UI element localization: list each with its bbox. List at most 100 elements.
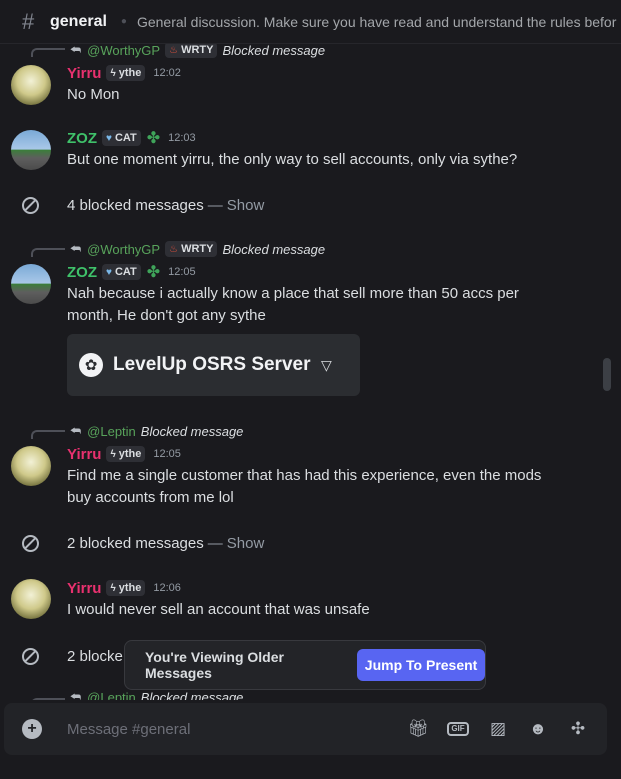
- message-input[interactable]: [67, 718, 387, 740]
- reply-connector: [31, 698, 65, 700]
- channel-name[interactable]: general: [50, 13, 107, 31]
- guild-tag[interactable]: ♥ CAT: [102, 130, 141, 146]
- emoji-icon[interactable]: ☻: [527, 718, 549, 740]
- blocked-messages-row: 2 blocked messages — Show: [22, 533, 264, 553]
- blocked-icon: [22, 647, 39, 665]
- reply-arrow-icon: ⮪: [70, 689, 82, 701]
- avatar[interactable]: [11, 446, 51, 486]
- guild-tag[interactable]: ϟ ythe: [106, 580, 146, 596]
- blocked-count: 2 blocke: [67, 647, 123, 665]
- channel-topic[interactable]: General discussion. Make sure you have r…: [137, 14, 617, 30]
- author-name[interactable]: ZOZ: [67, 264, 97, 281]
- avatar[interactable]: [11, 130, 51, 170]
- message-content: But one moment yirru, the only way to se…: [67, 151, 518, 168]
- reply-connector: [31, 248, 65, 257]
- server-invite-embed[interactable]: ✿ LevelUp OSRS Server ▽: [67, 334, 360, 396]
- viewing-older-label: You're Viewing Older Messages: [145, 649, 284, 681]
- blocked-message-label: Blocked message: [140, 423, 244, 439]
- guild-tag[interactable]: ϟ ythe: [106, 446, 146, 462]
- reply-reference[interactable]: ⮪ @Leptin Blocked message: [70, 422, 243, 440]
- guild-tag-label: WRTY: [181, 44, 214, 56]
- message-content: I would never sell an account that was u…: [67, 601, 370, 618]
- reply-reference[interactable]: ⮪ @WorthyGP ♨ WRTY Blocked message: [70, 240, 325, 258]
- timestamp: 12:02: [153, 67, 181, 79]
- fire-icon: ♨: [169, 243, 179, 255]
- message-header: ZOZ ♥ CAT ✤ 12:03: [67, 128, 196, 148]
- guild-tag-label: CAT: [114, 132, 137, 144]
- guild-tag-label: ythe: [118, 67, 142, 79]
- timestamp: 12:03: [168, 132, 196, 144]
- reply-mention[interactable]: @Leptin: [87, 690, 136, 701]
- guild-tag[interactable]: ♥ CAT: [102, 264, 141, 280]
- reply-mention[interactable]: @Leptin: [87, 424, 136, 439]
- author-name[interactable]: Yirru: [67, 580, 101, 597]
- clover-badge-icon[interactable]: ✤: [147, 262, 160, 282]
- blocked-message-label: Blocked message: [222, 44, 326, 58]
- blocked-message-label: Blocked message: [222, 241, 326, 257]
- gif-label: GIF: [447, 722, 469, 736]
- reply-mention[interactable]: @WorthyGP: [87, 44, 160, 58]
- reply-reference[interactable]: ⮪ @WorthyGP ♨ WRTY Blocked message: [70, 44, 325, 59]
- blocked-messages-row: 4 blocked messages — Show: [22, 195, 264, 215]
- timestamp: 12:05: [168, 266, 196, 278]
- heart-icon: ♥: [106, 132, 112, 144]
- message-content: Nah because i actually know a place that…: [67, 285, 519, 324]
- avatar[interactable]: [11, 579, 51, 619]
- lightning-icon: ϟ: [110, 448, 116, 460]
- lightning-icon: ϟ: [110, 582, 116, 594]
- author-name[interactable]: ZOZ: [67, 130, 97, 147]
- message-composer: + 🎁︎ GIF ▨ ☻ ✣: [4, 703, 607, 755]
- channel-hash-icon: #: [22, 8, 35, 34]
- avatar[interactable]: [11, 264, 51, 304]
- gift-icon[interactable]: 🎁︎: [407, 718, 429, 740]
- blocked-icon: [22, 196, 39, 214]
- reply-arrow-icon: ⮪: [70, 241, 82, 256]
- message-content: No Mon: [67, 86, 120, 103]
- scrollbar-thumb[interactable]: [603, 358, 611, 391]
- guild-tag[interactable]: ♨ WRTY: [165, 241, 218, 257]
- channel-header: # general ● General discussion. Make sur…: [0, 0, 621, 44]
- blocked-message-label: Blocked message: [140, 689, 244, 701]
- guild-tag-label: ythe: [118, 582, 142, 594]
- message-list[interactable]: ⮪ @WorthyGP ♨ WRTY Blocked message Yirru …: [0, 44, 621, 700]
- message-header: Yirru ϟ ythe 12:02: [67, 63, 181, 83]
- blocked-count: 4 blocked messages: [67, 196, 204, 214]
- blocked-count: 2 blocked messages: [67, 534, 204, 552]
- clover-badge-icon[interactable]: ✤: [147, 128, 160, 148]
- timestamp: 12:05: [153, 448, 181, 460]
- lightning-icon: ϟ: [110, 67, 116, 79]
- guild-tag-label: WRTY: [181, 243, 214, 255]
- blocked-dash: —: [207, 196, 223, 214]
- server-logo-icon: ✿: [79, 353, 103, 377]
- jump-to-present-button[interactable]: Jump To Present: [357, 649, 485, 681]
- message-header: Yirru ϟ ythe 12:06: [67, 578, 181, 598]
- reply-arrow-icon: ⮪: [70, 423, 82, 438]
- guild-tag-label: ythe: [118, 448, 142, 460]
- guild-tag[interactable]: ♨ WRTY: [165, 44, 218, 58]
- older-messages-bar: You're Viewing Older Messages Jump To Pr…: [124, 640, 486, 690]
- reply-connector: [31, 430, 65, 439]
- blocked-icon: [22, 534, 39, 552]
- reply-arrow-icon: ⮪: [70, 44, 82, 57]
- chevron-down-icon[interactable]: ▽: [321, 357, 332, 374]
- message-content: Find me a single customer that has had t…: [67, 467, 542, 506]
- message-header: ZOZ ♥ CAT ✤ 12:05: [67, 262, 196, 282]
- reply-mention[interactable]: @WorthyGP: [87, 242, 160, 257]
- author-name[interactable]: Yirru: [67, 446, 101, 463]
- author-name[interactable]: Yirru: [67, 65, 101, 82]
- blocked-messages-row: 2 blocke: [22, 646, 123, 666]
- guild-tag[interactable]: ϟ ythe: [106, 65, 146, 81]
- reply-connector: [31, 48, 65, 57]
- apps-icon[interactable]: ✣: [567, 718, 589, 740]
- add-attachment-icon[interactable]: +: [22, 719, 42, 739]
- fire-icon: ♨: [169, 44, 179, 56]
- show-blocked-link[interactable]: Show: [227, 535, 265, 552]
- server-name[interactable]: LevelUp OSRS Server: [113, 354, 321, 376]
- message-header: Yirru ϟ ythe 12:05: [67, 444, 181, 464]
- gif-icon[interactable]: GIF: [447, 718, 469, 740]
- blocked-dash: —: [207, 534, 223, 552]
- avatar[interactable]: [11, 65, 51, 105]
- show-blocked-link[interactable]: Show: [227, 197, 265, 214]
- sticker-icon[interactable]: ▨: [487, 718, 509, 740]
- header-separator-dot: ●: [120, 16, 127, 27]
